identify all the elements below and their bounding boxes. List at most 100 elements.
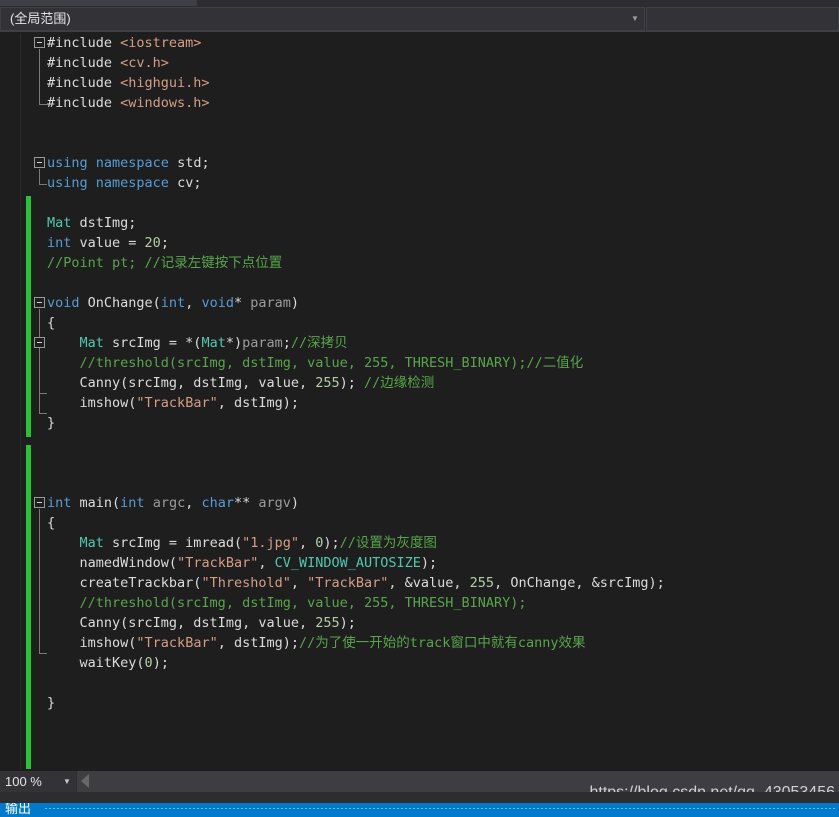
code-token: value = <box>71 235 145 251</box>
vs-editor-window: (全局范围) ▼ #include <iostream> #include <c… <box>0 0 839 817</box>
code-token: } <box>47 695 56 711</box>
code-token: 255 <box>315 375 340 391</box>
zoom-dropdown[interactable]: 100 % ▼ <box>0 771 77 792</box>
code-token: } <box>47 415 56 431</box>
fold-guide-foot <box>39 184 47 185</box>
code-token: argc <box>152 495 186 511</box>
fold-toggle-onchange-body[interactable] <box>34 337 45 348</box>
drag-handle-dots[interactable] <box>44 807 837 810</box>
code-token: #include <box>47 95 121 111</box>
code-token: imshow( <box>79 395 137 411</box>
fold-toggle-using[interactable] <box>34 157 45 168</box>
code-token: void <box>201 295 234 311</box>
code-token: * <box>233 295 251 311</box>
code-token: using <box>47 155 88 171</box>
code-token: param <box>250 295 291 311</box>
fold-toggle-includes[interactable] <box>34 37 45 48</box>
code-token: 255 <box>469 575 495 591</box>
code-line: namedWindow("TrackBar", CV_WINDOW_AUTOSI… <box>47 553 665 573</box>
code-token: //threshold(srcImg, dstImg, value, 255, … <box>79 595 527 611</box>
code-line: Mat srcImg = imread("1.jpg", 0);//设置为灰度图 <box>47 533 665 553</box>
scroll-left-arrow-icon[interactable] <box>81 774 89 788</box>
code-token: main( <box>71 495 121 511</box>
code-token: int <box>120 495 145 511</box>
code-token: <iostream> <box>120 35 202 51</box>
code-line: Mat srcImg = *(Mat*)param;//深拷贝 <box>47 333 665 353</box>
code-token: <cv.h> <box>120 55 169 71</box>
fold-toggle-main[interactable] <box>34 497 45 508</box>
code-line: int main(int argc, char** argv) <box>47 493 665 513</box>
code-token: Mat <box>79 335 104 351</box>
code-token: #include <box>47 35 121 51</box>
code-line: { <box>47 513 665 533</box>
chevron-down-icon: ▼ <box>631 14 639 23</box>
code-text[interactable]: #include <iostream> #include <cv.h> #inclu… <box>47 33 665 713</box>
scope-dropdown[interactable]: (全局范围) ▼ <box>0 7 645 31</box>
code-line: Mat dstImg; <box>47 213 665 233</box>
code-token: using <box>47 175 88 191</box>
code-token: Canny(srcImg, dstImg, value, <box>79 375 316 391</box>
indicator-margin[interactable] <box>0 33 21 770</box>
code-token: param <box>242 335 283 351</box>
output-pane-title: 输出 <box>5 803 32 816</box>
code-line: Canny(srcImg, dstImg, value, 255); <box>47 613 665 633</box>
change-bar-segment <box>26 445 31 769</box>
code-token: , OnChange, &srcImg); <box>494 575 665 591</box>
fold-guide-line <box>39 49 40 104</box>
fold-guide-line <box>39 169 40 184</box>
code-token: Mat <box>79 535 104 551</box>
code-token: int <box>47 495 72 511</box>
code-token: #include <box>47 75 121 91</box>
code-token: Canny(srcImg, dstImg, value, <box>79 615 316 631</box>
code-token: , dstImg); <box>217 635 299 651</box>
code-editor-surface[interactable]: #include <iostream> #include <cv.h> #inclu… <box>0 33 839 770</box>
code-line: imshow("TrackBar", dstImg); <box>47 393 665 413</box>
code-token: char <box>201 495 234 511</box>
code-line: } <box>47 413 665 433</box>
code-line: void OnChange(int, void* param) <box>47 293 665 313</box>
code-token: ); <box>339 375 364 391</box>
code-token: namespace <box>95 175 169 191</box>
code-token: , <box>258 555 275 571</box>
code-line: Canny(srcImg, dstImg, value, 255); //边缘检… <box>47 373 665 393</box>
code-line: } <box>47 693 665 713</box>
code-token: 20 <box>144 235 161 251</box>
code-token: ) <box>290 495 300 511</box>
code-token: "1.jpg" <box>242 535 299 551</box>
code-line: int value = 20; <box>47 233 665 253</box>
code-token: #include <box>47 55 121 71</box>
output-pane-header[interactable]: 输出 <box>0 803 839 817</box>
fold-guide-line <box>39 349 40 393</box>
code-token: //threshold(srcImg, dstImg, value, 255, … <box>79 355 584 371</box>
code-token: 255 <box>315 615 340 631</box>
fold-guide-foot <box>39 104 47 105</box>
code-line: #include <windows.h> <box>47 93 665 113</box>
code-token: namedWindow( <box>79 555 178 571</box>
code-line: #include <iostream> <box>47 33 665 53</box>
code-line: //threshold(srcImg, dstImg, value, 255, … <box>47 593 665 613</box>
code-token: Mat <box>201 335 226 351</box>
scope-dropdown-value: (全局范围) <box>10 11 71 26</box>
fold-toggle-onchange[interactable] <box>34 297 45 308</box>
code-token: ; <box>282 335 291 351</box>
pane-separator <box>0 792 839 803</box>
code-token: { <box>47 315 56 331</box>
code-token: //深拷贝 <box>290 335 348 351</box>
code-token: <windows.h> <box>120 95 210 111</box>
fold-guide-foot <box>39 413 47 414</box>
code-token: , dstImg); <box>217 395 299 411</box>
member-dropdown[interactable] <box>646 7 839 31</box>
code-token: //为了使一开始的track窗口中就有canny效果 <box>298 635 586 651</box>
fold-guide-line <box>39 509 40 653</box>
code-line: createTrackbar("Threshold", "TrackBar", … <box>47 573 665 593</box>
code-line: imshow("TrackBar", dstImg);//为了使一开始的trac… <box>47 633 665 653</box>
code-token: waitKey( <box>79 655 145 671</box>
code-token: ); <box>323 535 340 551</box>
